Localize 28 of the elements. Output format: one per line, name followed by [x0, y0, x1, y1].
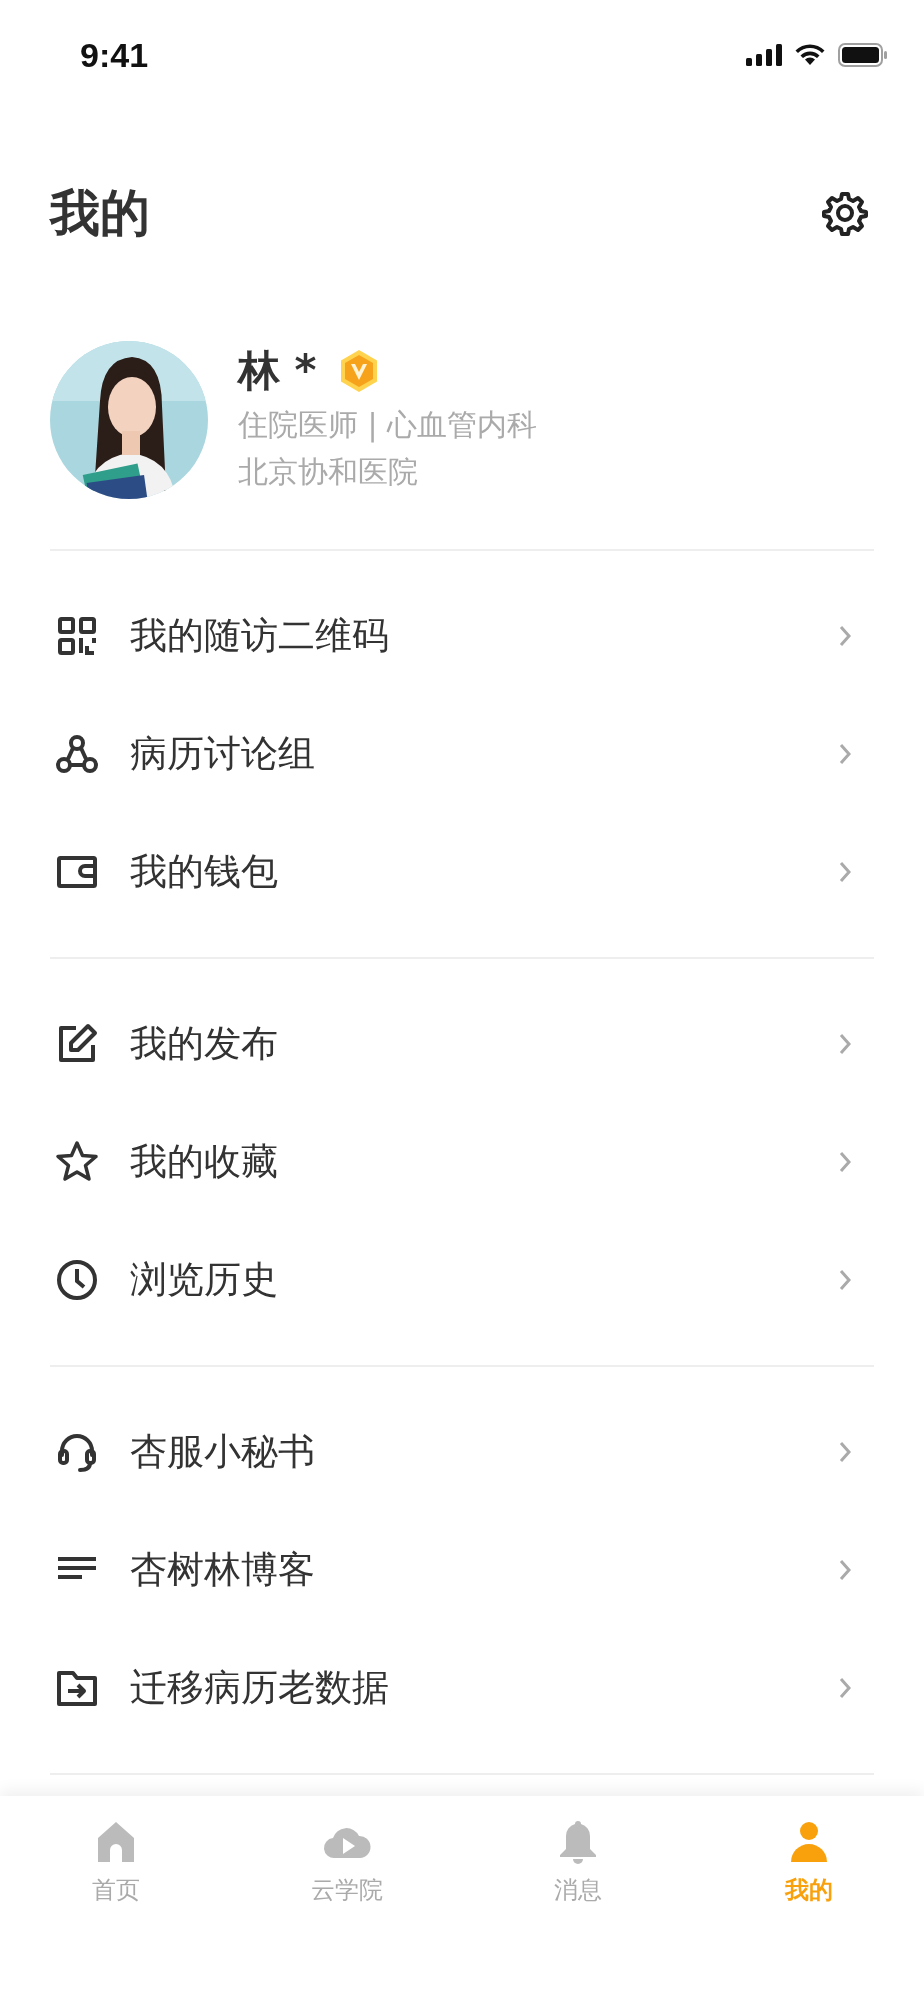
menu-item[interactable]: 我的发布	[50, 985, 874, 1103]
user-name: 林 *	[238, 345, 317, 397]
chevron-right-icon	[838, 1150, 852, 1174]
chevron-right-icon	[838, 860, 852, 884]
chevron-right-icon	[838, 1268, 852, 1292]
hospital-name: 北京协和医院	[238, 453, 419, 491]
chevron-right-icon	[838, 1440, 852, 1464]
menu-item[interactable]: 病历讨论组	[50, 695, 874, 813]
clock-icon	[54, 1257, 100, 1303]
page-title: 我的	[50, 183, 150, 244]
job-title: 住院医师 | 心血管内科	[238, 406, 538, 445]
menu-item[interactable]: 我的钱包	[50, 813, 874, 931]
menu-item[interactable]: 杏树林博客	[50, 1511, 874, 1629]
menu-item[interactable]: 浏览历史	[50, 1221, 874, 1339]
chevron-right-icon	[838, 1676, 852, 1700]
status-time: 9:41	[80, 35, 149, 75]
chevron-right-icon	[838, 742, 852, 766]
menu-item[interactable]: 我的随访二维码	[50, 577, 874, 695]
signal-icon	[746, 44, 782, 66]
menu-item[interactable]: 迁移病历老数据	[50, 1629, 874, 1747]
menu-item[interactable]: 我的收藏	[50, 1103, 874, 1221]
wifi-icon	[794, 43, 826, 67]
battery-icon	[838, 43, 888, 67]
chevron-right-icon	[838, 624, 852, 648]
settings-icon[interactable]	[822, 190, 868, 236]
menu-item[interactable]: 杏服小秘书	[50, 1393, 874, 1511]
chevron-right-icon	[838, 1558, 852, 1582]
chevron-right-icon	[838, 1032, 852, 1056]
